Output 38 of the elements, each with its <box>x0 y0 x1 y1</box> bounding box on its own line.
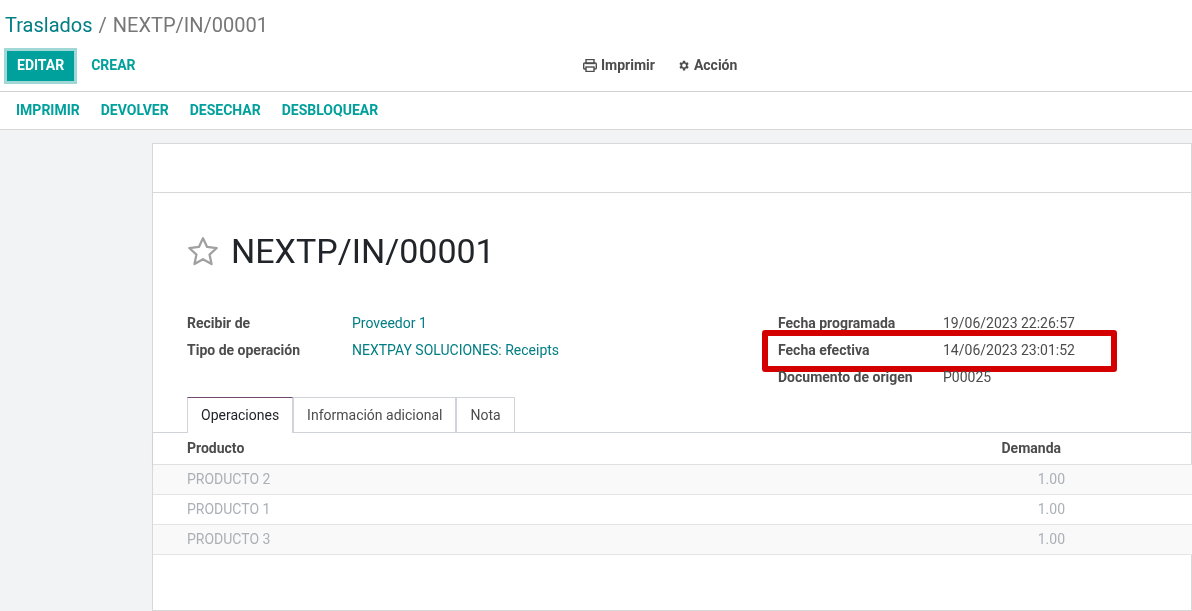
breadcrumb-separator: / <box>98 12 107 39</box>
action-button[interactable]: DESECHAR <box>179 100 271 121</box>
table-cell-text: PRODUCTO 3 <box>187 530 272 549</box>
action-button[interactable]: DESBLOQUEAR <box>271 100 389 121</box>
field-label: Fecha efectiva <box>778 341 871 360</box>
record-title: NEXTP/IN/00001 <box>231 230 495 273</box>
star-icon[interactable] <box>187 236 219 267</box>
table-cell-text: PRODUCTO 1 <box>187 500 272 519</box>
field-value: 14/06/2023 23:01:52 <box>943 341 1075 360</box>
field-label: Tipo de operación <box>187 341 302 360</box>
action-button[interactable]: IMPRIMIR <box>6 100 90 121</box>
create-button[interactable]: CREAR <box>81 47 146 84</box>
breadcrumb-link[interactable]: Traslados <box>5 10 93 40</box>
table-cell-text: 1.00 <box>1037 530 1065 549</box>
print-menu[interactable]: Imprimir <box>583 55 655 76</box>
table-cell-text: PRODUCTO 2 <box>187 470 272 489</box>
field-value[interactable]: Proveedor 1 <box>352 313 427 334</box>
table-row[interactable]: PRODUCTO 2 1.00 <box>153 465 1192 495</box>
column-header: Demanda <box>1001 439 1061 458</box>
action-menu[interactable]: Acción <box>676 55 738 76</box>
table-cell-text: 1.00 <box>1037 470 1065 489</box>
field-value: 19/06/2023 22:26:57 <box>943 314 1075 333</box>
tab[interactable]: Información adicional <box>293 397 457 433</box>
field-label: Recibir de <box>187 314 252 333</box>
field-label: Fecha programada <box>778 314 897 333</box>
field-label: Documento de origen <box>778 368 914 387</box>
action-button[interactable]: DEVOLVER <box>90 100 179 121</box>
tab[interactable]: Nota <box>456 397 515 433</box>
breadcrumb-current: NEXTP/IN/00001 <box>112 12 268 39</box>
column-header: Producto <box>187 439 246 458</box>
table-row[interactable]: PRODUCTO 3 1.00 <box>153 525 1192 555</box>
edit-button[interactable]: EDITAR <box>4 47 78 84</box>
field-value: P00025 <box>943 368 992 387</box>
table-row[interactable]: PRODUCTO 1 1.00 <box>153 495 1192 525</box>
table-cell-text: 1.00 <box>1037 500 1065 519</box>
field-value[interactable]: NEXTPAY SOLUCIONES: Receipts <box>352 340 560 361</box>
tab[interactable]: Operaciones <box>187 397 294 433</box>
printer-icon <box>583 59 597 72</box>
